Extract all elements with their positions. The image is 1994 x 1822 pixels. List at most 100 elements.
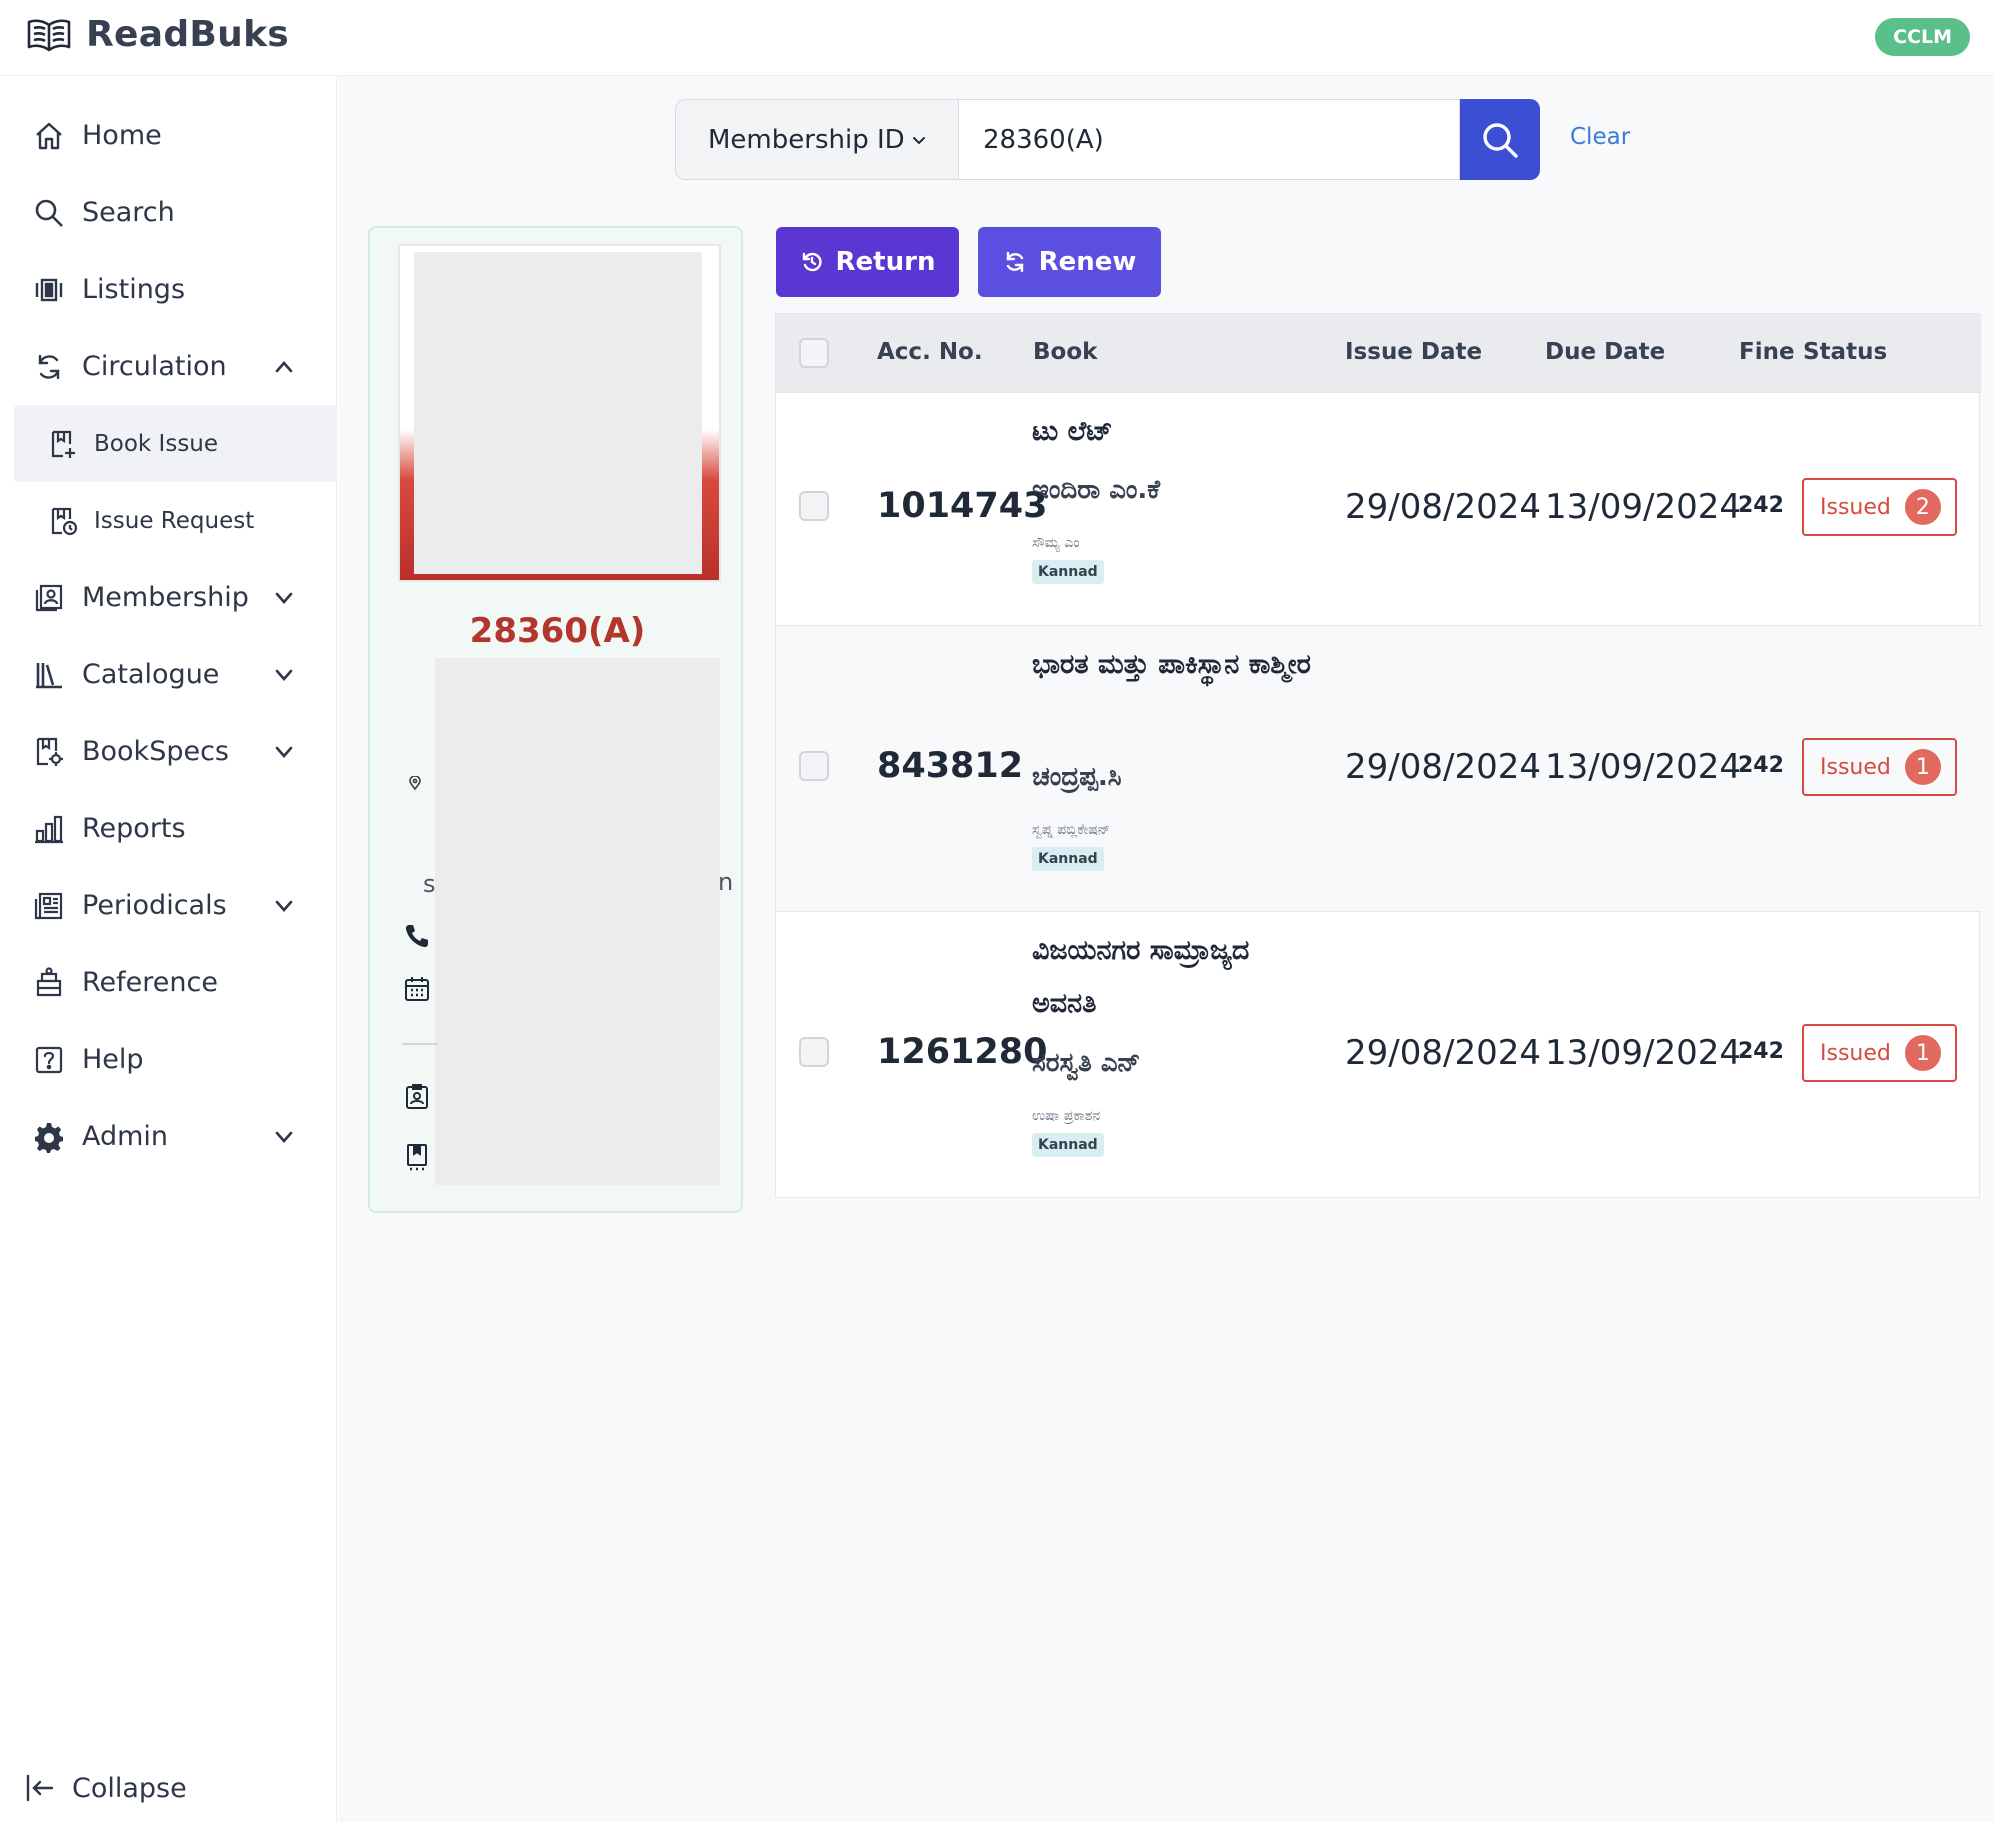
chevron-down-icon[interactable] [271,1124,297,1150]
table-row[interactable]: 1014743 ಟು ಲೆಟ್ ಇಂದಿರಾ ಎಂ.ಕೆ ಸೌಮ್ಯ ಎಂ Ka… [776,392,1981,625]
bookspecs-icon [32,735,66,769]
col-due-date: Due Date [1545,339,1666,365]
home-icon [32,119,66,153]
search-field-select[interactable]: Membership ID [675,99,958,180]
renew-button[interactable]: Renew [978,227,1161,297]
book-title[interactable]: ವಿಜಯನಗರ ಸಾಮ್ರಾಜ್ಯದ ಅವನತಿ [1032,924,1322,1030]
listings-icon [32,273,66,307]
fine-amount: 242 [1738,493,1784,518]
sidebar-item-search[interactable]: Search [14,174,337,251]
chevron-up-icon[interactable] [271,354,297,380]
member-id: 28360(A) [469,611,646,651]
status-count: 1 [1904,1035,1941,1071]
sidebar-item-label: Membership [82,582,249,613]
sidebar-item-periodicals[interactable]: Periodicals [14,867,337,944]
acc-no: 1261280 [877,1032,1048,1072]
periodicals-icon [32,889,66,923]
status-badge[interactable]: Issued 2 [1802,478,1957,536]
return-button-label: Return [835,247,936,277]
gear-icon [32,1120,66,1154]
status-badge[interactable]: Issued 1 [1802,738,1957,796]
member-photo [398,244,721,582]
issue-date: 29/08/2024 [1345,487,1541,527]
sidebar-item-admin[interactable]: Admin [14,1098,337,1175]
sidebar-item-home[interactable]: Home [14,97,337,174]
issue-date: 29/08/2024 [1345,747,1541,787]
sidebar-item-label: Search [82,197,175,228]
org-badge[interactable]: CCLM [1875,18,1970,56]
location-pin-icon [400,768,430,798]
row-checkbox[interactable] [799,751,829,781]
collapse-button[interactable]: Collapse [24,1772,187,1804]
col-acc-no: Acc. No. [877,339,983,365]
sidebar-item-label: Listings [82,274,186,305]
row-checkbox[interactable] [799,1037,829,1067]
sidebar: Home Search Listings Circulation Book Is… [0,76,337,1822]
sidebar-item-issue-request[interactable]: Issue Request [14,482,337,559]
search-input[interactable] [958,99,1460,180]
book-author: ಸರಸ್ವತಿ ಎನ್ [1032,1048,1141,1078]
table-row[interactable]: 1261280 ವಿಜಯನಗರ ಸಾಮ್ರಾಜ್ಯದ ಅವನತಿ ಸರಸ್ವತಿ… [776,911,1981,1198]
sidebar-item-circulation[interactable]: Circulation [14,328,337,405]
sidebar-item-label: Catalogue [82,659,220,690]
profile-divider [402,1043,438,1045]
sidebar-item-bookspecs[interactable]: BookSpecs [14,713,337,790]
chevron-down-icon[interactable] [271,739,297,765]
membership-icon [32,581,66,615]
search-bar: Membership ID [675,99,1540,180]
issued-books-table: Acc. No. Book Issue Date Due Date Fine S… [775,313,1981,1198]
status-label: Issued [1820,754,1891,780]
status-label: Issued [1820,494,1891,520]
clear-link[interactable]: Clear [1570,124,1630,150]
renew-button-label: Renew [1038,247,1137,277]
sidebar-item-listings[interactable]: Listings [14,251,337,328]
book-title[interactable]: ಭಾರತ ಮತ್ತು ಪಾಕಿಸ್ಥಾನ ಕಾಶ್ಮೀರ [1032,638,1322,691]
language-tag: Kannad [1032,847,1104,871]
sidebar-item-label: Issue Request [94,507,255,534]
sidebar-item-catalogue[interactable]: Catalogue [14,636,337,713]
circulation-icon [32,350,66,384]
col-fine: Fine [1739,339,1795,365]
sidebar-item-help[interactable]: Help [14,1021,337,1098]
acc-no: 843812 [877,746,1024,786]
search-icon [1483,122,1518,158]
sidebar-item-label: Help [82,1044,144,1075]
sidebar-item-membership[interactable]: Membership [14,559,337,636]
member-profile-card: 28360(A) s n [368,226,743,1213]
sidebar-item-book-issue[interactable]: Book Issue [14,405,337,482]
search-button[interactable] [1460,99,1540,180]
select-all-checkbox[interactable] [799,338,829,368]
chevron-down-icon[interactable] [271,893,297,919]
status-count: 2 [1904,489,1941,525]
sidebar-item-reports[interactable]: Reports [14,790,337,867]
status-badge[interactable]: Issued 1 [1802,1024,1957,1082]
photo-redaction [414,252,702,574]
book-title[interactable]: ಟು ಲೆಟ್ [1032,405,1322,458]
col-issue-date: Issue Date [1345,339,1483,365]
member-details-redaction [435,658,720,1185]
fine-amount: 242 [1738,1039,1784,1064]
status-count: 1 [1904,749,1941,785]
row-checkbox[interactable] [799,491,829,521]
sidebar-nav: Home Search Listings Circulation Book Is… [14,97,337,1175]
app-name: ReadBuks [86,14,290,55]
language-tag: Kannad [1032,560,1104,584]
table-header: Acc. No. Book Issue Date Due Date Fine S… [776,314,1981,392]
issue-date: 29/08/2024 [1345,1033,1541,1073]
chevron-down-icon[interactable] [271,585,297,611]
return-button[interactable]: Return [776,227,959,297]
table-row[interactable]: 843812 ಭಾರತ ಮತ್ತು ಪಾಕಿಸ್ಥಾನ ಕಾಶ್ಮೀರ ಚಂದ್… [776,625,1981,911]
language-tag: Kannad [1032,1133,1104,1157]
search-field-select-label: Membership ID [708,124,905,155]
sidebar-item-label: Reference [82,967,218,998]
sidebar-item-label: Periodicals [82,890,227,921]
reports-icon [32,812,66,846]
sidebar-item-reference[interactable]: Reference [14,944,337,1021]
sidebar-item-label: BookSpecs [82,736,229,767]
search-icon [32,196,66,230]
chevron-down-icon[interactable] [271,662,297,688]
sidebar-item-label: Home [82,120,162,151]
member-detail-partial-right: n [718,868,734,896]
brand[interactable]: ReadBuks [26,14,289,55]
book-publisher: ಉಷಾ ಪ್ರಕಾಶನ [1032,1108,1101,1124]
